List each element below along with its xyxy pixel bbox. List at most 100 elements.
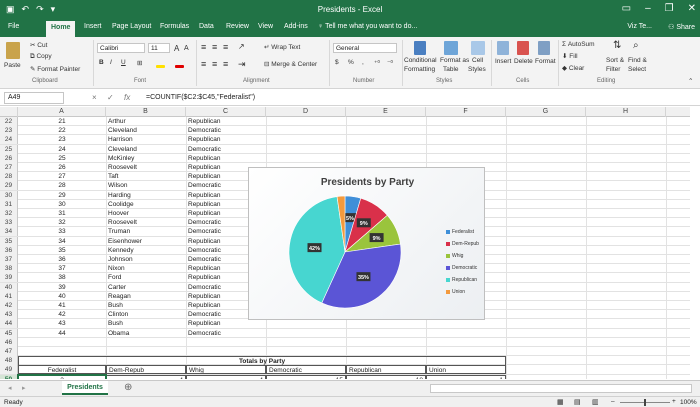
cell-a[interactable]: 32 <box>18 218 106 227</box>
cell-a[interactable]: 24 <box>18 145 106 154</box>
cell-b[interactable]: Eisenhower <box>106 237 186 246</box>
cell-c[interactable] <box>186 347 266 356</box>
format-cells-icon[interactable] <box>538 41 550 55</box>
comma-button[interactable]: , <box>362 59 364 66</box>
row-header[interactable]: 42 <box>0 301 18 310</box>
row-header[interactable]: 37 <box>0 255 18 264</box>
cell-a[interactable]: 31 <box>18 209 106 218</box>
name-box[interactable]: A49 <box>4 92 64 104</box>
cell-c[interactable]: Republican <box>186 154 266 163</box>
formula-input[interactable]: =COUNTIF($C2:$C45,"Federalist") <box>146 94 255 101</box>
column-header-b[interactable]: B <box>106 107 186 117</box>
cell-b[interactable]: Harding <box>106 191 186 200</box>
conditional-formatting-button[interactable]: Conditional <box>404 57 437 64</box>
clear-button[interactable]: ◆ Clear <box>562 64 584 72</box>
format-as-table-icon[interactable] <box>444 41 458 55</box>
row-header[interactable]: 31 <box>0 199 18 209</box>
wrap-text-button[interactable]: ↵ Wrap Text <box>264 43 300 51</box>
middle-align-icon[interactable]: ≡ <box>212 42 217 52</box>
sort-filter-icon[interactable]: ⇅ <box>613 40 621 51</box>
align-center-icon[interactable]: ≡ <box>212 59 217 69</box>
cell-b[interactable]: Bush <box>106 319 186 328</box>
totals-value-cell[interactable]: 4 <box>186 374 266 379</box>
underline-button[interactable]: U <box>121 59 126 66</box>
cell-b[interactable]: Cleveland <box>106 126 186 135</box>
tab-page-layout[interactable]: Page Layout <box>112 23 151 30</box>
row-header[interactable]: 39 <box>0 273 18 283</box>
merge-center-button[interactable]: ⊟ Merge & Center <box>264 60 317 68</box>
align-right-icon[interactable]: ≡ <box>223 59 228 69</box>
cell-a[interactable] <box>18 347 106 356</box>
tab-data[interactable]: Data <box>199 23 214 30</box>
collapse-ribbon-icon[interactable]: ⌃ <box>688 77 693 85</box>
cell-styles-button[interactable]: Cell <box>472 57 483 64</box>
format-as-table-button[interactable]: Format as <box>440 57 469 64</box>
row-header[interactable]: 45 <box>0 328 18 338</box>
row-header[interactable]: 22 <box>0 117 18 126</box>
cell-c[interactable] <box>186 338 266 347</box>
user-account[interactable]: Viz Te... <box>627 23 652 30</box>
insert-cells-icon[interactable] <box>497 41 509 55</box>
format-painter-button[interactable]: ✎ Format Painter <box>30 65 80 73</box>
totals-header-cell[interactable]: Dem-Repub <box>106 365 186 375</box>
font-size-dropdown[interactable]: 11 <box>148 43 170 53</box>
tab-view[interactable]: View <box>258 23 273 30</box>
currency-button[interactable]: $ <box>335 59 339 66</box>
cell-a[interactable] <box>18 338 106 347</box>
grow-font-icon[interactable]: A <box>174 44 179 53</box>
font-color-icon[interactable] <box>175 65 184 68</box>
cell-c[interactable]: Democratic <box>186 126 266 135</box>
row-header[interactable]: 26 <box>0 153 18 163</box>
row-header[interactable]: 40 <box>0 282 18 292</box>
column-header-d[interactable]: D <box>266 107 346 117</box>
scroll-sheets-left-icon[interactable]: ◂ <box>8 384 12 392</box>
cell-a[interactable]: 30 <box>18 200 106 209</box>
cell-a[interactable]: 44 <box>18 329 106 338</box>
cell-a[interactable]: 42 <box>18 310 106 319</box>
cell-b[interactable]: Bush <box>106 301 186 310</box>
paste-icon[interactable] <box>6 42 20 59</box>
cell-styles-icon[interactable] <box>471 41 485 55</box>
row-header[interactable]: 24 <box>0 135 18 145</box>
cell-c[interactable]: Republican <box>186 135 266 144</box>
zoom-slider-thumb[interactable] <box>644 399 646 406</box>
find-select-button[interactable]: Find & <box>628 57 647 64</box>
totals-header-cell[interactable]: Union <box>426 365 506 375</box>
tab-home[interactable]: Home <box>46 21 76 37</box>
totals-title[interactable]: Totals by Party <box>18 356 506 366</box>
cut-button[interactable]: ✂ Cut <box>30 41 47 49</box>
row-header[interactable]: 38 <box>0 264 18 274</box>
close-icon[interactable]: ✕ <box>688 3 696 14</box>
align-left-icon[interactable]: ≡ <box>201 59 206 69</box>
row-header[interactable]: 25 <box>0 144 18 154</box>
conditional-formatting-icon[interactable] <box>414 41 426 55</box>
row-header[interactable]: 34 <box>0 227 18 237</box>
maximize-icon[interactable]: ❐ <box>665 3 674 14</box>
totals-header-cell[interactable]: Whig <box>186 365 266 375</box>
cell-b[interactable]: Arthur <box>106 117 186 126</box>
column-header-a[interactable]: A <box>18 107 106 117</box>
row-header[interactable]: 47 <box>0 347 18 356</box>
zoom-out-icon[interactable]: – <box>611 398 615 405</box>
cell-b[interactable]: Harrison <box>106 135 186 144</box>
row-header[interactable]: 23 <box>0 126 18 136</box>
row-header[interactable]: 32 <box>0 209 18 218</box>
row-header[interactable]: 41 <box>0 291 18 301</box>
format-button[interactable]: Format <box>535 58 556 65</box>
cell-c[interactable]: Democratic <box>186 145 266 154</box>
select-all-corner[interactable] <box>0 107 18 117</box>
cell-b[interactable]: Nixon <box>106 264 186 273</box>
cell-a[interactable]: 25 <box>18 154 106 163</box>
horizontal-scrollbar[interactable] <box>430 384 692 393</box>
totals-value-cell[interactable]: 4 <box>106 374 186 379</box>
cell-c[interactable]: Republican <box>186 117 266 126</box>
indent-icon[interactable]: ⇥ <box>238 59 246 70</box>
cell-a[interactable]: 29 <box>18 191 106 200</box>
enter-formula-button[interactable]: ✓ <box>107 93 114 102</box>
tab-add-ins[interactable]: Add-ins <box>284 23 308 30</box>
cell-b[interactable]: Obama <box>106 329 186 338</box>
cell-b[interactable]: McKinley <box>106 154 186 163</box>
cell-b[interactable] <box>106 338 186 347</box>
cell-a[interactable]: 38 <box>18 273 106 282</box>
italic-button[interactable]: I <box>110 59 112 66</box>
